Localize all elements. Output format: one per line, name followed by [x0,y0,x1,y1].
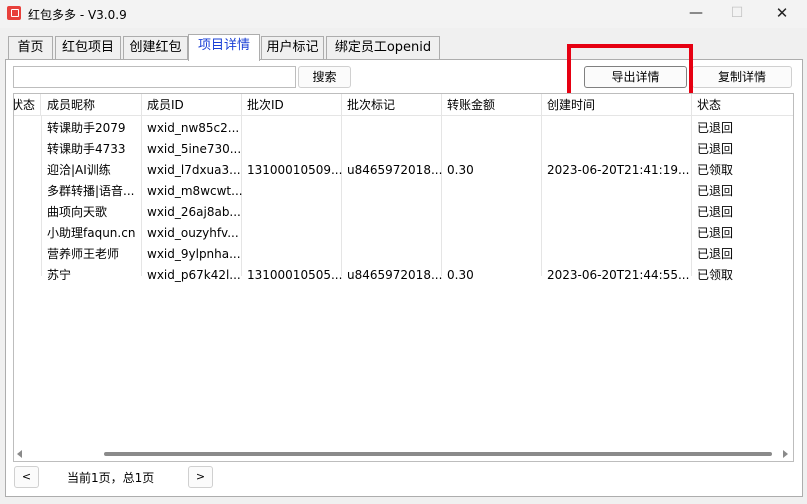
cell-member-id: wxid_9ylpnha... [147,247,241,261]
cell-batch-tag [342,202,442,223]
cell-batch-tag: u8465972018... [347,268,442,282]
maximize-button[interactable]: ☐ [725,4,749,22]
column-header-member-id[interactable]: 成员ID [142,94,242,116]
cell-batch-tag [342,139,442,160]
tab-bind-staff-openid[interactable]: 绑定员工openid [326,36,440,60]
cell-nickname: 转课助手2079 [47,121,126,135]
column-header-nickname[interactable]: 成员昵称 [42,94,142,116]
table-row[interactable]: 曲项向天歌 wxid_26aj8ab... 已退回 [14,202,793,223]
cell-batch-id: 13100010505... [247,268,342,282]
search-input[interactable] [13,66,296,88]
cell-status: 已领取 [697,163,734,177]
cell-batch-tag [342,223,442,244]
column-header-amount[interactable]: 转账金额 [442,94,542,116]
cell-status: 已退回 [697,142,734,156]
tab-home[interactable]: 首页 [8,36,53,60]
cell-nickname: 多群转播|语音... [47,184,135,198]
copy-details-button[interactable]: 复制详情 [692,66,792,88]
table-row[interactable]: 营养师王老师 wxid_9ylpnha... 已退回 [14,244,793,265]
cell-amount [442,118,542,139]
cell-amount [442,202,542,223]
search-button[interactable]: 搜索 [298,66,351,88]
cell-status: 已退回 [697,205,734,219]
cell-created-time [542,244,692,265]
tab-user-tags[interactable]: 用户标记 [261,36,324,60]
cell-amount: 0.30 [447,163,474,177]
cell-nickname: 苏宁 [47,268,72,282]
column-header-batch-id[interactable]: 批次ID [242,94,342,116]
app-logo-icon [7,6,21,20]
cell-batch-id [242,139,342,160]
close-button[interactable]: ✕ [770,4,794,22]
tab-project-details[interactable]: 项目详情 [188,34,260,61]
cell-created-time: 2023-06-20T21:41:19... [547,163,690,177]
window-title: 红包多多 - V3.0.9 [28,8,127,22]
table-row[interactable]: 苏宁 wxid_p67k42l... 13100010505... u84659… [14,265,793,286]
cell-nickname: 营养师王老师 [47,247,120,261]
cell-created-time: 2023-06-20T21:44:55... [547,268,690,282]
scroll-right-arrow-icon[interactable] [783,450,788,458]
minimize-button[interactable]: — [684,4,708,22]
tab-red-packet-projects[interactable]: 红包项目 [55,36,121,60]
cell-status: 已退回 [697,184,734,198]
cell-batch-tag [342,181,442,202]
cell-batch-id [242,223,342,244]
page-status: 当前1页，总1页 [67,471,155,485]
next-page-button[interactable]: > [188,466,213,488]
cell-batch-id [242,244,342,265]
table-header: 状态 成员昵称 成员ID 批次ID 批次标记 转账金额 创建时间 状态 [14,94,793,116]
cell-nickname: 迎洽|AI训练 [47,163,111,177]
table-row[interactable]: 转课助手2079 wxid_nw85c2... 已退回 [14,118,793,139]
cell-member-id: wxid_5ine730... [147,142,242,156]
cell-batch-id: 13100010509... [247,163,342,177]
cell-nickname: 小助理faqun.cn [47,226,136,240]
column-header-created-time[interactable]: 创建时间 [542,94,692,116]
cell-nickname: 转课助手4733 [47,142,126,156]
cell-batch-id [242,202,342,223]
table-row[interactable]: 小助理faqun.cn wxid_ouzyhfv... 已退回 [14,223,793,244]
cell-created-time [542,202,692,223]
details-table[interactable]: 状态 成员昵称 成员ID 批次ID 批次标记 转账金额 创建时间 状态 转课助手… [13,93,794,462]
column-header-status[interactable]: 状态 [692,94,792,116]
column-header-batch-tag[interactable]: 批次标记 [342,94,442,116]
table-row[interactable]: 多群转播|语音... wxid_m8wcwt... 已退回 [14,181,793,202]
previous-page-button[interactable]: < [14,466,39,488]
highlight-box [567,44,693,100]
scrollbar-thumb[interactable] [104,452,772,456]
cell-member-id: wxid_m8wcwt... [147,184,242,198]
cell-status: 已退回 [697,121,734,135]
cell-status: 已退回 [697,247,734,261]
cell-created-time [542,118,692,139]
cell-amount: 0.30 [447,268,474,282]
tab-create-red-packet[interactable]: 创建红包 [123,36,188,60]
cell-member-id: wxid_26aj8ab... [147,205,241,219]
cell-batch-id [242,118,342,139]
scroll-left-arrow-icon[interactable] [17,450,22,458]
cell-status: 已退回 [697,226,734,240]
cell-created-time [542,181,692,202]
cell-amount [442,244,542,265]
horizontal-scrollbar[interactable] [14,447,793,461]
cell-batch-tag [342,118,442,139]
cell-member-id: wxid_l7dxua3... [147,163,241,177]
cell-nickname: 曲项向天歌 [47,205,108,219]
column-header-status-left[interactable]: 状态 [14,94,41,116]
cell-batch-tag: u8465972018... [347,163,442,177]
cell-member-id: wxid_ouzyhfv... [147,226,239,240]
table-row[interactable]: 迎洽|AI训练 wxid_l7dxua3... 13100010509... u… [14,160,793,181]
cell-batch-id [242,181,342,202]
cell-amount [442,223,542,244]
cell-amount [442,181,542,202]
cell-batch-tag [342,244,442,265]
cell-member-id: wxid_p67k42l... [147,268,241,282]
cell-created-time [542,139,692,160]
cell-created-time [542,223,692,244]
table-row[interactable]: 转课助手4733 wxid_5ine730... 已退回 [14,139,793,160]
cell-member-id: wxid_nw85c2... [147,121,240,135]
cell-status: 已领取 [697,268,734,282]
cell-amount [442,139,542,160]
title-bar: 红包多多 - V3.0.9 — ☐ ✕ [0,0,807,28]
